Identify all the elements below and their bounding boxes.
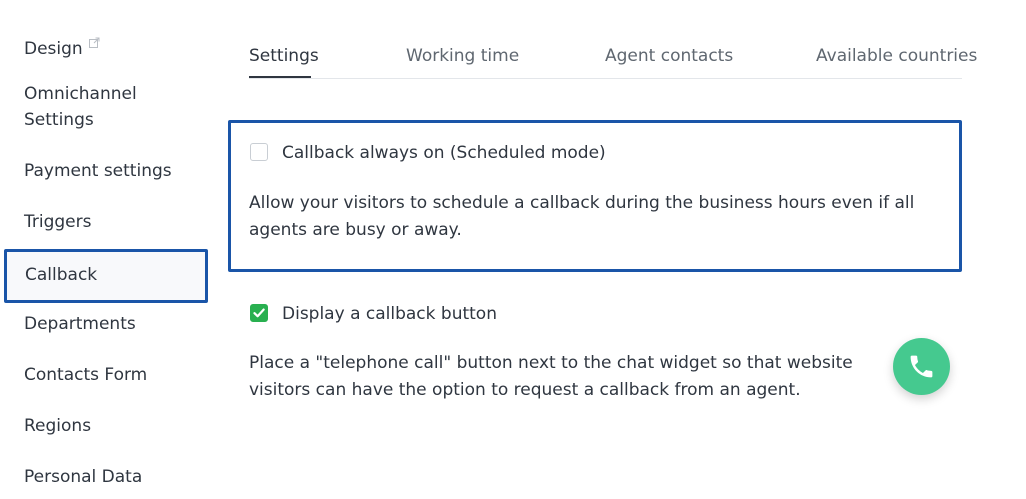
sidebar-item-omnichannel-settings[interactable]: Omnichannel Settings (24, 81, 174, 133)
tab-agent-contacts[interactable]: Agent contacts (605, 43, 733, 69)
sidebar-item-label: Design (24, 39, 83, 59)
external-link-icon (88, 30, 100, 56)
scheduled-mode-section: Callback always on (Scheduled mode) Allo… (228, 120, 962, 272)
tab-working-time[interactable]: Working time (406, 43, 519, 69)
settings-tabs: Settings Working time Agent contacts Ava… (249, 43, 977, 79)
sidebar: Design Omnichannel Settings Payment sett… (0, 0, 215, 499)
sidebar-item-callback[interactable]: Callback (4, 249, 208, 303)
active-tab-indicator (249, 76, 311, 78)
sidebar-item-triggers[interactable]: Triggers (24, 209, 92, 235)
sidebar-item-label: Omnichannel Settings (24, 84, 137, 130)
sidebar-item-label: Personal Data (24, 467, 143, 487)
sidebar-item-payment-settings[interactable]: Payment settings (24, 158, 172, 184)
tab-available-countries[interactable]: Available countries (816, 43, 977, 69)
sidebar-item-departments[interactable]: Departments (24, 311, 136, 337)
scheduled-mode-label[interactable]: Callback always on (Scheduled mode) (282, 140, 606, 166)
sidebar-item-design[interactable]: Design (24, 30, 100, 62)
sidebar-item-label: Contacts Form (24, 365, 148, 385)
display-callback-button-description: Place a "telephone call" button next to … (249, 353, 853, 400)
sidebar-item-label: Callback (25, 265, 98, 285)
sidebar-item-contacts-form[interactable]: Contacts Form (24, 362, 147, 388)
display-callback-button-label[interactable]: Display a callback button (282, 301, 497, 327)
sidebar-item-regions[interactable]: Regions (24, 413, 91, 439)
tab-label: Working time (406, 46, 520, 66)
scheduled-mode-checkbox[interactable] (250, 143, 268, 161)
tab-label: Settings (249, 46, 319, 66)
phone-icon (910, 355, 933, 378)
sidebar-item-personal-data[interactable]: Personal Data (24, 464, 142, 490)
tab-label: Available countries (816, 46, 978, 66)
callback-settings-page: Design Omnichannel Settings Payment sett… (0, 0, 1026, 499)
sidebar-item-label: Payment settings (24, 161, 172, 181)
checkmark-icon (253, 308, 265, 318)
sidebar-item-label: Departments (24, 314, 136, 334)
sidebar-item-label: Regions (24, 416, 92, 436)
scheduled-mode-description: Allow your visitors to schedule a callba… (249, 193, 915, 240)
tab-settings[interactable]: Settings (249, 43, 319, 69)
sidebar-item-label: Triggers (24, 212, 92, 232)
tab-label: Agent contacts (605, 46, 734, 66)
display-callback-button-checkbox[interactable] (250, 304, 268, 322)
callback-phone-button[interactable] (893, 338, 950, 395)
